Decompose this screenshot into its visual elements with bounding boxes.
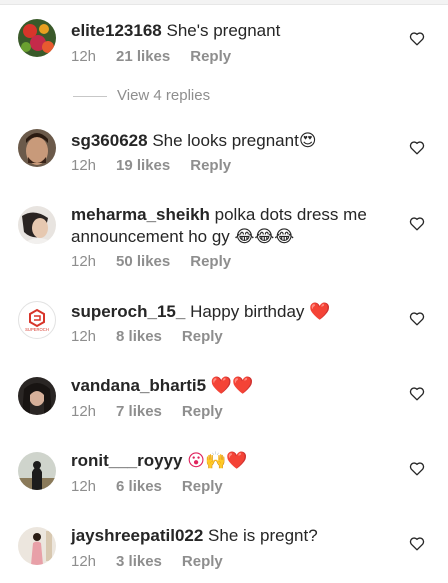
comment-body: She's pregnant <box>166 21 281 40</box>
comment-meta: 12h 6 likes Reply <box>71 478 223 495</box>
comment-username[interactable]: superoch_15_ <box>71 302 185 321</box>
comment-time: 12h <box>71 48 97 65</box>
heart-icon[interactable] <box>409 461 425 476</box>
comment-meta: 12h 3 likes Reply <box>71 553 223 570</box>
top-divider <box>0 0 448 5</box>
heart-icon[interactable] <box>409 536 425 551</box>
comment-emoji: 😍 <box>298 131 317 151</box>
comment-time: 12h <box>71 328 97 345</box>
heart-icon[interactable] <box>409 140 425 155</box>
comment-text: sg360628 She looks pregnant😍 <box>71 130 391 152</box>
likes-count[interactable]: 8 likes <box>116 328 162 345</box>
comment-meta: 12h 7 likes Reply <box>71 403 223 420</box>
logo-icon: SUPEROCH <box>25 308 49 332</box>
comment-meta: 12h 50 likes Reply <box>71 253 231 270</box>
svg-text:SUPEROCH: SUPEROCH <box>25 327 49 332</box>
comment-body: She is pregnt? <box>208 526 318 545</box>
reply-button[interactable]: Reply <box>190 48 231 65</box>
reply-button[interactable]: Reply <box>182 403 223 420</box>
comment-text: vandana_bharti5 ❤️❤️ <box>71 375 391 397</box>
comment-text: jayshreepatil022 She is pregnt? <box>71 525 391 547</box>
reply-button[interactable]: Reply <box>182 478 223 495</box>
comment-time: 12h <box>71 253 97 270</box>
comment-body: Happy birthday <box>190 302 305 321</box>
reply-button[interactable]: Reply <box>182 553 223 570</box>
comment-time: 12h <box>71 157 97 174</box>
comment-username[interactable]: elite123168 <box>71 21 162 40</box>
heart-icon[interactable] <box>409 216 425 231</box>
comment-text: meharma_sheikh polka dots dress me annou… <box>71 204 391 248</box>
comment-body: She looks pregnant <box>152 131 299 150</box>
comment-emoji: ❤️❤️ <box>210 376 254 396</box>
comment-text: superoch_15_ Happy birthday ❤️ <box>71 301 391 323</box>
comment-time: 12h <box>71 403 97 420</box>
avatar[interactable] <box>18 129 56 167</box>
view-replies-label[interactable]: View 4 replies <box>117 87 210 104</box>
comment-text: ronit___royyy 😮🙌❤️ <box>71 450 391 472</box>
likes-count[interactable]: 50 likes <box>116 253 170 270</box>
comment-meta: 12h 19 likes Reply <box>71 157 231 174</box>
comment-username[interactable]: jayshreepatil022 <box>71 526 203 545</box>
likes-count[interactable]: 7 likes <box>116 403 162 420</box>
comment-time: 12h <box>71 553 97 570</box>
avatar[interactable] <box>18 527 56 565</box>
likes-count[interactable]: 3 likes <box>116 553 162 570</box>
comment-meta: 12h 21 likes Reply <box>71 48 231 65</box>
likes-count[interactable]: 6 likes <box>116 478 162 495</box>
comment-meta: 12h 8 likes Reply <box>71 328 223 345</box>
comment-emoji: ❤️ <box>309 302 331 322</box>
comment-username[interactable]: meharma_sheikh <box>71 205 210 224</box>
avatar[interactable] <box>18 206 56 244</box>
avatar[interactable] <box>18 452 56 490</box>
reply-button[interactable]: Reply <box>190 253 231 270</box>
reply-button[interactable]: Reply <box>182 328 223 345</box>
avatar[interactable] <box>18 377 56 415</box>
comment-emoji: 😂😂😂 <box>234 227 295 247</box>
comment-username[interactable]: vandana_bharti5 <box>71 376 206 395</box>
heart-icon[interactable] <box>409 311 425 326</box>
heart-icon[interactable] <box>409 31 425 46</box>
comment-emoji: 😮🙌❤️ <box>187 451 248 471</box>
reply-button[interactable]: Reply <box>190 157 231 174</box>
comment-username[interactable]: sg360628 <box>71 131 148 150</box>
comment-username[interactable]: ronit___royyy <box>71 451 183 470</box>
view-replies-button[interactable]: View 4 replies <box>73 87 210 104</box>
comment-time: 12h <box>71 478 97 495</box>
heart-icon[interactable] <box>409 386 425 401</box>
likes-count[interactable]: 21 likes <box>116 48 170 65</box>
replies-divider <box>73 95 107 97</box>
avatar[interactable] <box>18 19 56 57</box>
comment-text: elite123168 She's pregnant <box>71 20 391 42</box>
likes-count[interactable]: 19 likes <box>116 157 170 174</box>
avatar[interactable]: SUPEROCH <box>18 301 56 339</box>
